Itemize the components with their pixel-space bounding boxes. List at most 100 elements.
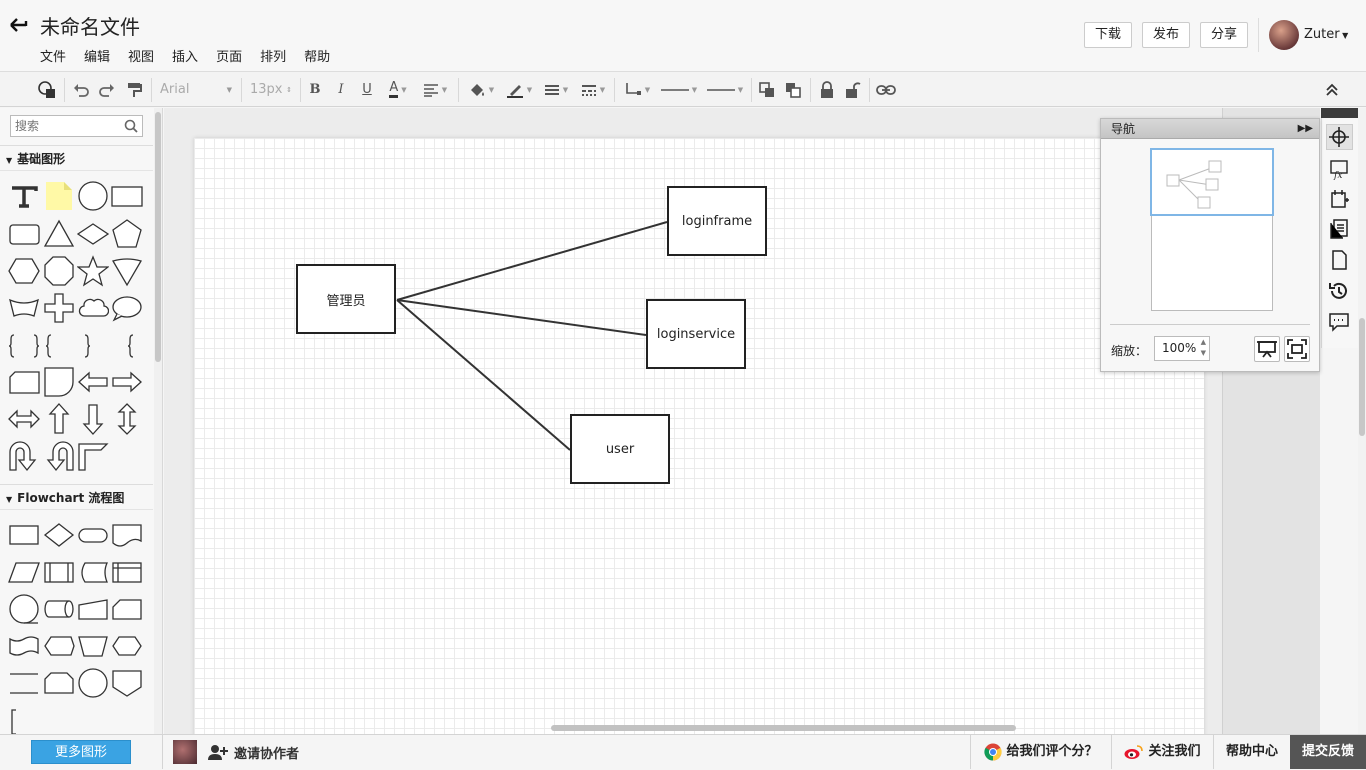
invite-collaborator-link[interactable]: 邀请协作者 bbox=[208, 735, 299, 769]
submit-feedback-button[interactable]: 提交反馈 bbox=[1290, 735, 1366, 769]
circle-shape-icon[interactable] bbox=[77, 180, 109, 212]
formula-icon[interactable]: fx bbox=[1328, 158, 1350, 180]
send-back-icon[interactable] bbox=[782, 72, 804, 107]
node-user[interactable]: user bbox=[570, 414, 670, 484]
card-shape-icon[interactable] bbox=[8, 366, 40, 398]
history-icon[interactable] bbox=[1328, 280, 1350, 302]
section-flowchart[interactable]: ▼ Flowchart 流程图 bbox=[0, 484, 153, 510]
left-brace-shape-icon[interactable] bbox=[43, 330, 75, 362]
node-loginframe[interactable]: loginframe bbox=[667, 186, 767, 256]
edge-admin-loginservice[interactable] bbox=[396, 299, 647, 336]
unlock-icon[interactable] bbox=[842, 72, 864, 107]
node-loginservice[interactable]: loginservice bbox=[646, 299, 746, 369]
bold-icon[interactable]: B bbox=[304, 72, 326, 107]
collapse-icon[interactable] bbox=[1320, 72, 1344, 107]
line-width-icon[interactable]: ▼ bbox=[540, 72, 572, 107]
menu-help[interactable]: 帮助 bbox=[304, 46, 330, 65]
rate-us-link[interactable]: 给我们评个分？ bbox=[970, 735, 1111, 769]
stored-data-shape-icon[interactable] bbox=[77, 556, 109, 588]
collaborator-avatar[interactable] bbox=[173, 740, 197, 764]
card-flow-shape-icon[interactable] bbox=[111, 593, 143, 625]
pages-icon[interactable] bbox=[1328, 218, 1350, 240]
manual-input-shape-icon[interactable] bbox=[77, 593, 109, 625]
line-style-icon[interactable]: ▼ bbox=[576, 72, 610, 107]
right-arrow-shape-icon[interactable] bbox=[111, 366, 143, 398]
note-shape-icon[interactable] bbox=[43, 180, 75, 212]
zoom-stepper-icon[interactable]: ▲ ▼ bbox=[1201, 337, 1206, 359]
section-basic-shapes[interactable]: ▼ 基础图形 bbox=[0, 145, 153, 171]
publish-button[interactable]: 发布 bbox=[1142, 22, 1190, 48]
star-shape-icon[interactable] bbox=[77, 255, 109, 287]
terminator-shape-icon[interactable] bbox=[77, 519, 109, 551]
cross-shape-icon[interactable] bbox=[43, 292, 75, 324]
document-shape-icon[interactable] bbox=[111, 519, 143, 551]
right-brace-shape-icon[interactable] bbox=[77, 330, 109, 362]
undo-icon[interactable] bbox=[70, 72, 92, 107]
paper-tape-shape-icon[interactable] bbox=[8, 630, 40, 662]
underline-icon[interactable]: U bbox=[356, 72, 378, 107]
rounded-rectangle-shape-icon[interactable] bbox=[8, 218, 40, 250]
redo-icon[interactable] bbox=[96, 72, 118, 107]
page-settings-icon[interactable] bbox=[1328, 188, 1350, 210]
font-color-icon[interactable]: A ▼ bbox=[382, 72, 414, 107]
help-center-link[interactable]: 帮助中心 bbox=[1213, 735, 1290, 769]
diamond-shape-icon[interactable] bbox=[77, 218, 109, 250]
end-arrow-icon[interactable]: ▼ bbox=[704, 72, 746, 107]
tape-shape-icon[interactable] bbox=[8, 292, 40, 324]
download-button[interactable]: 下载 bbox=[1084, 22, 1132, 48]
menu-view[interactable]: 视图 bbox=[128, 46, 154, 65]
fit-page-button[interactable] bbox=[1254, 336, 1280, 362]
triangle-shape-icon[interactable] bbox=[43, 218, 75, 250]
menu-file[interactable]: 文件 bbox=[40, 46, 66, 65]
left-scrollbar-thumb[interactable] bbox=[155, 112, 161, 362]
fit-window-button[interactable] bbox=[1284, 336, 1310, 362]
pentagon-shape-icon[interactable] bbox=[111, 218, 143, 250]
follow-us-link[interactable]: 关注我们 bbox=[1111, 735, 1213, 769]
start-arrow-icon[interactable]: ▼ bbox=[658, 72, 700, 107]
up-arrow-shape-icon[interactable] bbox=[43, 403, 75, 435]
braces-shape-icon[interactable] bbox=[8, 330, 40, 362]
document-title[interactable]: 未命名文件 bbox=[40, 11, 140, 40]
share-button[interactable]: 分享 bbox=[1200, 22, 1248, 48]
connector-circle-shape-icon[interactable] bbox=[77, 667, 109, 699]
corner-shape-icon[interactable] bbox=[77, 440, 109, 472]
down-arrow-shape-icon[interactable] bbox=[77, 403, 109, 435]
octagon-shape-icon[interactable] bbox=[43, 255, 75, 287]
shield-shape-icon[interactable] bbox=[111, 255, 143, 287]
u-turn-left-arrow-shape-icon[interactable] bbox=[43, 440, 75, 472]
menu-edit[interactable]: 编辑 bbox=[84, 46, 110, 65]
left-right-arrow-shape-icon[interactable] bbox=[8, 403, 40, 435]
comment-icon[interactable] bbox=[1328, 311, 1350, 333]
shape-style-icon[interactable] bbox=[34, 72, 60, 107]
right-scrollbar-thumb[interactable] bbox=[1359, 318, 1365, 436]
loop-limit-shape-icon[interactable] bbox=[43, 667, 75, 699]
font-size-stepper[interactable]: 13px ⇕ bbox=[246, 72, 296, 107]
edge-admin-loginframe[interactable] bbox=[396, 221, 668, 301]
more-shapes-button[interactable]: 更多图形 bbox=[31, 740, 131, 764]
horizontal-scrollbar-thumb[interactable] bbox=[551, 725, 1016, 731]
left-arrow-shape-icon[interactable] bbox=[77, 366, 109, 398]
decision-shape-icon[interactable] bbox=[43, 519, 75, 551]
display-shape-icon[interactable] bbox=[43, 630, 75, 662]
link-icon[interactable] bbox=[874, 72, 898, 107]
text-shape-icon[interactable] bbox=[8, 180, 40, 212]
node-admin[interactable]: 管理员 bbox=[296, 264, 396, 334]
back-arrow-icon[interactable] bbox=[8, 14, 30, 36]
curly-bracket-shape-icon[interactable] bbox=[111, 330, 143, 362]
callout-shape-icon[interactable] bbox=[111, 292, 143, 324]
zoom-input[interactable]: 100% ▲ ▼ bbox=[1154, 336, 1210, 361]
predefined-process-shape-icon[interactable] bbox=[43, 556, 75, 588]
internal-storage-shape-icon[interactable] bbox=[111, 556, 143, 588]
avatar[interactable] bbox=[1269, 20, 1299, 50]
preparation-shape-icon[interactable] bbox=[111, 630, 143, 662]
sequential-data-shape-icon[interactable] bbox=[8, 593, 40, 625]
annotation-shape-icon[interactable] bbox=[8, 704, 40, 734]
line-color-icon[interactable]: ▼ bbox=[502, 72, 536, 107]
leaf-shape-icon[interactable] bbox=[43, 366, 75, 398]
lock-icon[interactable] bbox=[816, 72, 838, 107]
parallel-mode-shape-icon[interactable] bbox=[8, 667, 40, 699]
search-icon[interactable] bbox=[124, 119, 138, 133]
font-family-select[interactable]: Arial ▼ bbox=[156, 72, 236, 107]
cloud-shape-icon[interactable] bbox=[77, 292, 109, 324]
bring-front-icon[interactable] bbox=[756, 72, 778, 107]
